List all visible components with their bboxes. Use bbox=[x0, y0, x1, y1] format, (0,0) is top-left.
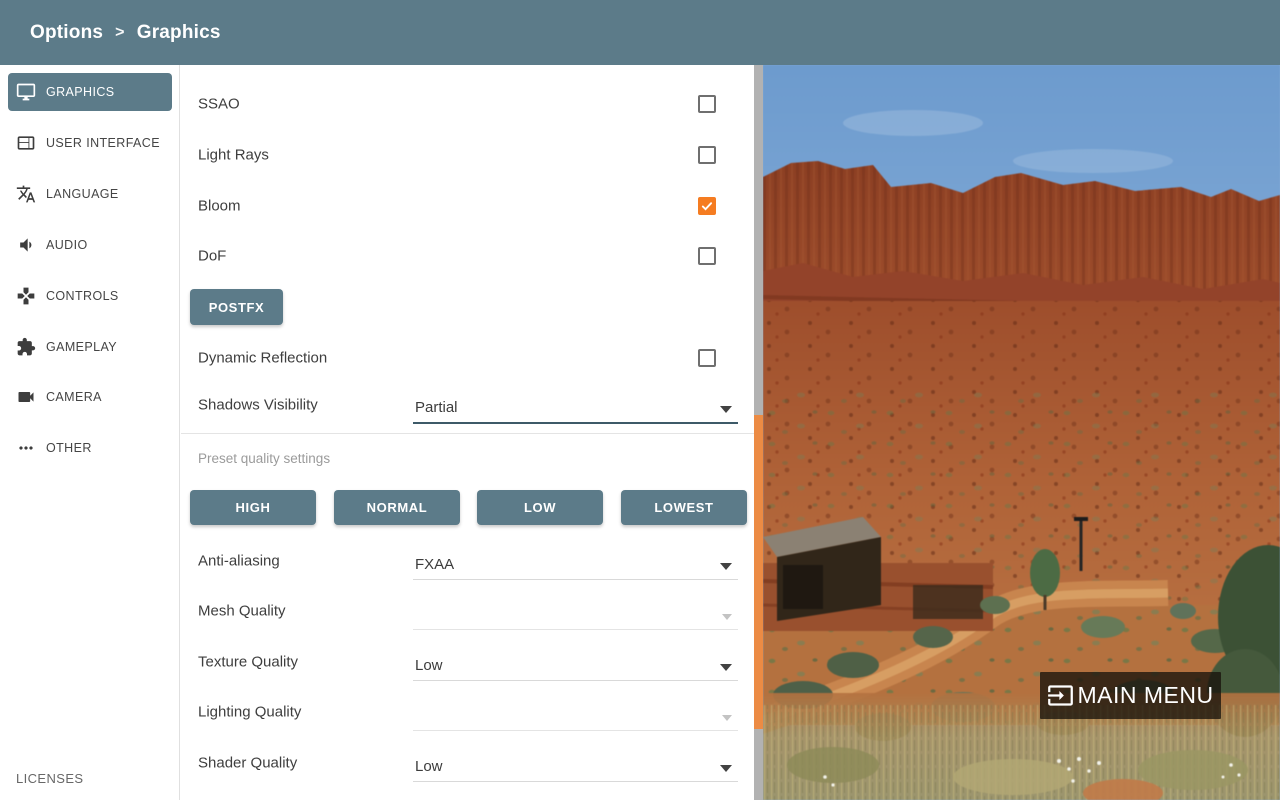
sidebar-item-audio[interactable]: AUDIO bbox=[8, 226, 172, 264]
preset-caption: Preset quality settings bbox=[198, 451, 331, 466]
sidebar-item-label: LANGUAGE bbox=[46, 187, 119, 201]
anti-aliasing-dropdown[interactable]: FXAA bbox=[413, 548, 738, 580]
breadcrumb-separator: > bbox=[115, 23, 125, 41]
sidebar-item-graphics[interactable]: GRAPHICS bbox=[8, 73, 172, 111]
setting-row-light-rays: Light Rays bbox=[198, 137, 737, 173]
setting-row-anti-aliasing: Anti-aliasing FXAA bbox=[198, 539, 738, 583]
setting-label: Shadows Visibility bbox=[198, 396, 318, 414]
scrollbar-thumb[interactable] bbox=[754, 415, 763, 729]
setting-row-bloom: Bloom bbox=[198, 188, 737, 224]
dropdown-value: Low bbox=[415, 758, 443, 775]
chevron-down-icon bbox=[722, 614, 732, 620]
settings-panel: SSAO Light Rays Bloom DoF Dynamic Reflec… bbox=[181, 65, 754, 800]
postfx-button[interactable]: POSTFX bbox=[190, 289, 283, 325]
sidebar-item-controls[interactable]: CONTROLS bbox=[8, 277, 172, 315]
preset-low-button[interactable]: LOW bbox=[477, 490, 603, 525]
sidebar-item-other[interactable]: OTHER bbox=[8, 429, 172, 467]
speaker-icon bbox=[20, 238, 32, 252]
setting-row-mesh-quality: Mesh Quality bbox=[198, 589, 738, 633]
sidebar: GRAPHICS USER INTERFACE LANGUAGE AUDIO CONTR… bbox=[0, 65, 180, 800]
check-icon bbox=[701, 202, 713, 211]
setting-label: DoF bbox=[198, 247, 227, 265]
texture-quality-dropdown[interactable]: Low bbox=[413, 649, 738, 681]
main-menu-button[interactable]: MAIN MENU bbox=[1040, 672, 1221, 719]
setting-label: SSAO bbox=[198, 95, 240, 113]
setting-row-shadows-visibility: Shadows Visibility Partial bbox=[198, 383, 738, 427]
sidebar-item-label: USER INTERFACE bbox=[46, 136, 160, 150]
lighting-quality-dropdown bbox=[413, 699, 738, 731]
breadcrumb-options[interactable]: Options bbox=[30, 22, 103, 44]
checkbox-light-rays[interactable] bbox=[698, 146, 716, 164]
checkbox-ssao[interactable] bbox=[698, 95, 716, 113]
licenses-link[interactable]: LICENSES bbox=[16, 771, 84, 786]
sidebar-item-camera[interactable]: CAMERA bbox=[8, 378, 172, 416]
chevron-down-icon bbox=[722, 715, 732, 721]
preset-high-button[interactable]: HIGH bbox=[190, 490, 316, 525]
shadows-visibility-dropdown[interactable]: Partial bbox=[413, 392, 738, 424]
chevron-down-icon bbox=[720, 563, 732, 570]
setting-label: Shader Quality bbox=[198, 754, 298, 772]
dots-icon bbox=[19, 446, 33, 450]
setting-row-shader-quality: Shader Quality Low bbox=[198, 741, 738, 785]
breadcrumb-graphics: Graphics bbox=[136, 21, 221, 43]
main-menu-label: MAIN MENU bbox=[1077, 682, 1214, 708]
setting-label: Anti-aliasing bbox=[198, 552, 280, 570]
dropdown-value: Partial bbox=[415, 399, 458, 416]
setting-label: Dynamic Reflection bbox=[198, 349, 328, 367]
enter-box-icon bbox=[1047, 682, 1074, 709]
shader-quality-dropdown[interactable]: Low bbox=[413, 750, 738, 782]
sidebar-item-label: CAMERA bbox=[46, 390, 102, 404]
setting-label: Bloom bbox=[198, 197, 241, 215]
sidebar-item-label: GRAPHICS bbox=[46, 85, 115, 99]
dpad-icon bbox=[17, 287, 35, 305]
videocam-icon bbox=[18, 392, 34, 402]
sidebar-item-language[interactable]: LANGUAGE bbox=[8, 175, 172, 213]
mesh-quality-dropdown bbox=[413, 598, 738, 630]
chevron-down-icon bbox=[720, 664, 732, 671]
chevron-down-icon bbox=[720, 406, 732, 413]
checkbox-dof[interactable] bbox=[698, 247, 716, 265]
setting-label: Light Rays bbox=[198, 146, 269, 164]
setting-label: Mesh Quality bbox=[198, 602, 286, 620]
dropdown-value: Low bbox=[415, 657, 443, 674]
checkbox-dynamic-reflection[interactable] bbox=[698, 349, 716, 367]
setting-row-ssao: SSAO bbox=[198, 86, 737, 122]
panel-scrollbar[interactable] bbox=[754, 65, 763, 800]
game-scene-preview: MAIN MENU bbox=[763, 65, 1280, 800]
breadcrumb: Options > Graphics bbox=[0, 22, 221, 44]
setting-row-texture-quality: Texture Quality Low bbox=[198, 640, 738, 684]
sidebar-item-label: CONTROLS bbox=[46, 289, 119, 303]
setting-label: Lighting Quality bbox=[198, 703, 302, 721]
preset-lowest-button[interactable]: LOWEST bbox=[621, 490, 747, 525]
setting-row-dof: DoF bbox=[198, 238, 737, 274]
sidebar-item-label: GAMEPLAY bbox=[46, 340, 118, 354]
chevron-down-icon bbox=[720, 765, 732, 772]
monitor-icon bbox=[16, 83, 36, 101]
sidebar-item-gameplay[interactable]: GAMEPLAY bbox=[8, 328, 172, 366]
dropdown-value: FXAA bbox=[415, 556, 455, 573]
section-divider bbox=[181, 433, 754, 434]
setting-row-lighting-quality: Lighting Quality bbox=[198, 690, 738, 734]
sidebar-item-user-interface[interactable]: USER INTERFACE bbox=[8, 124, 172, 162]
header: Options > Graphics bbox=[0, 0, 1280, 65]
setting-row-dynamic-reflection: Dynamic Reflection bbox=[198, 340, 737, 376]
preset-normal-button[interactable]: NORMAL bbox=[334, 490, 460, 525]
sidebar-item-label: OTHER bbox=[46, 441, 92, 455]
sidebar-item-label: AUDIO bbox=[46, 238, 88, 252]
puzzle-icon bbox=[17, 337, 36, 356]
window-icon bbox=[17, 136, 35, 150]
translate-icon bbox=[16, 185, 36, 203]
checkbox-bloom[interactable] bbox=[698, 197, 716, 215]
setting-label: Texture Quality bbox=[198, 653, 299, 671]
